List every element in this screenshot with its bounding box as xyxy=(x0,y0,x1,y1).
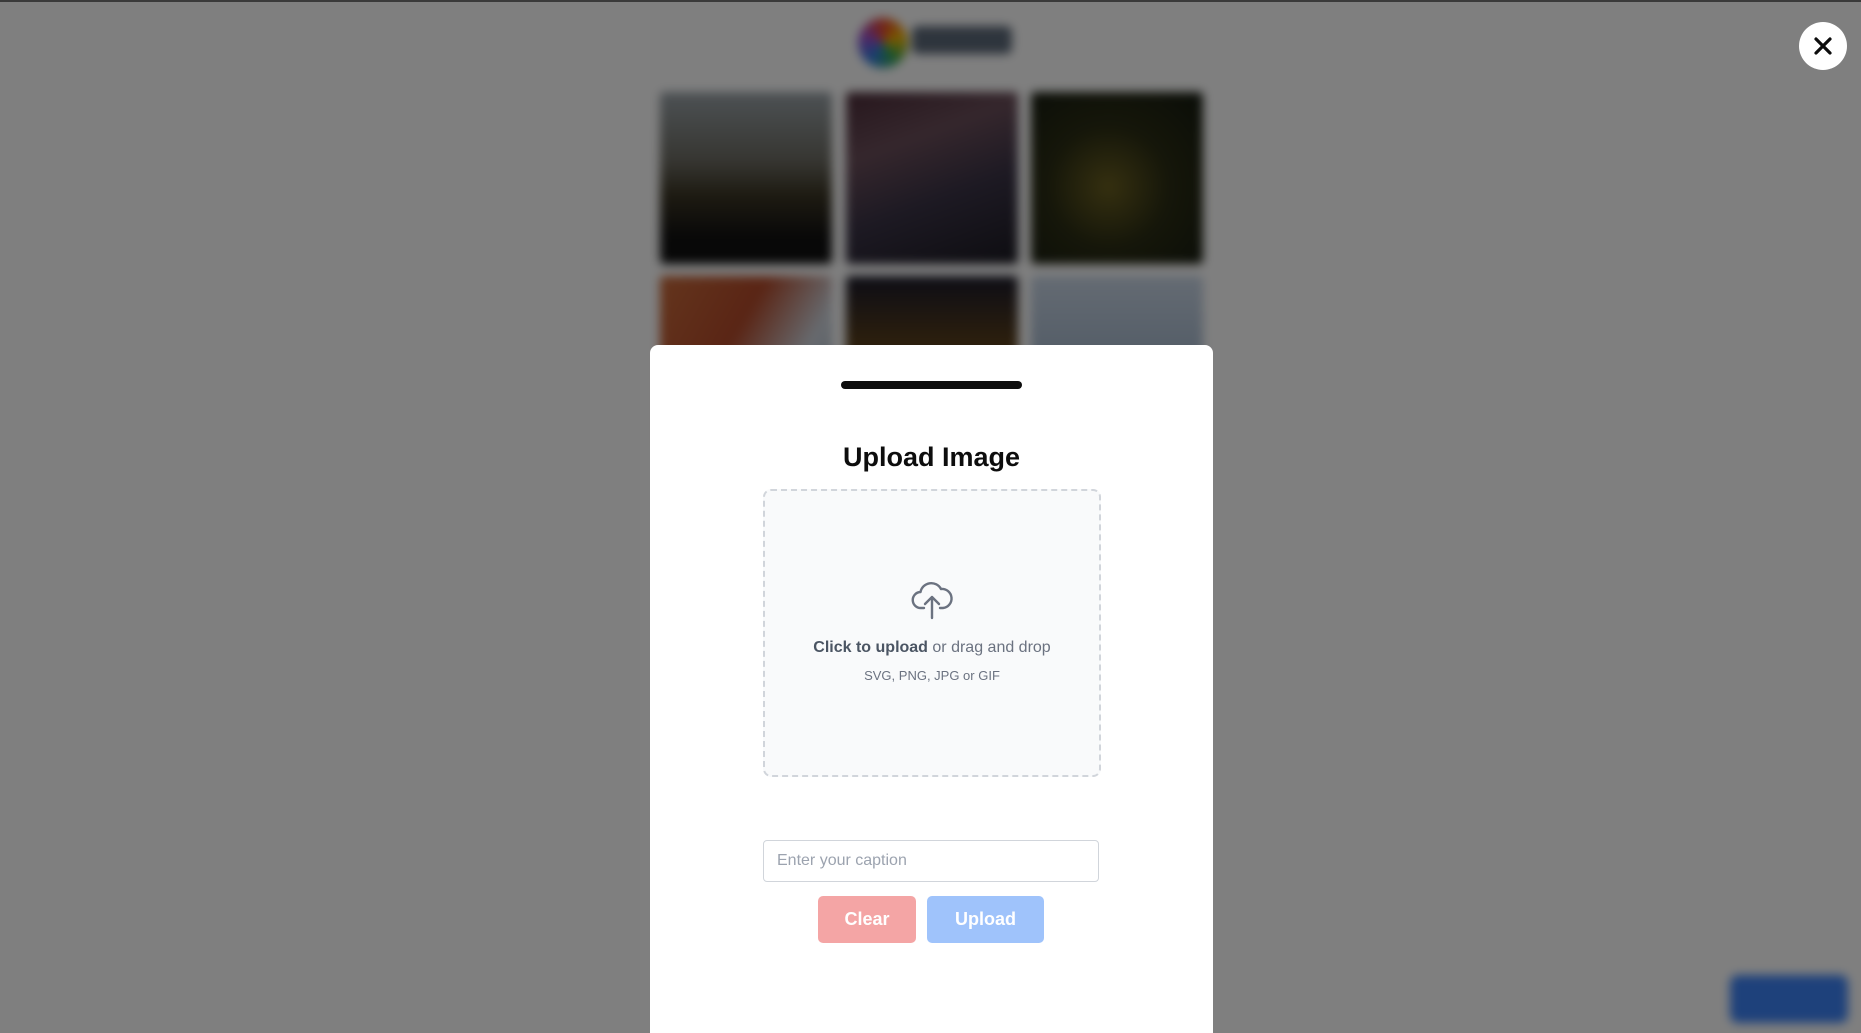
click-to-upload-text[interactable]: Click to upload xyxy=(813,639,928,656)
file-dropzone[interactable]: Click to upload or drag and drop SVG, PN… xyxy=(763,489,1101,777)
top-border xyxy=(0,0,1861,2)
drag-handle[interactable] xyxy=(841,381,1022,389)
upload-modal: Upload Image Click to upload or drag and… xyxy=(650,345,1213,1033)
close-icon xyxy=(1814,37,1832,55)
cloud-upload-icon xyxy=(911,582,953,620)
close-button[interactable] xyxy=(1799,22,1847,70)
modal-title: Upload Image xyxy=(842,442,1021,472)
dropzone-instructions: Click to upload or drag and drop xyxy=(765,638,1099,658)
caption-input[interactable] xyxy=(763,840,1099,882)
upload-button[interactable]: Upload xyxy=(927,896,1044,943)
file-types-hint: SVG, PNG, JPG or GIF xyxy=(864,668,1000,683)
clear-button[interactable]: Clear xyxy=(818,896,916,943)
drag-drop-text: or drag and drop xyxy=(927,639,1051,656)
